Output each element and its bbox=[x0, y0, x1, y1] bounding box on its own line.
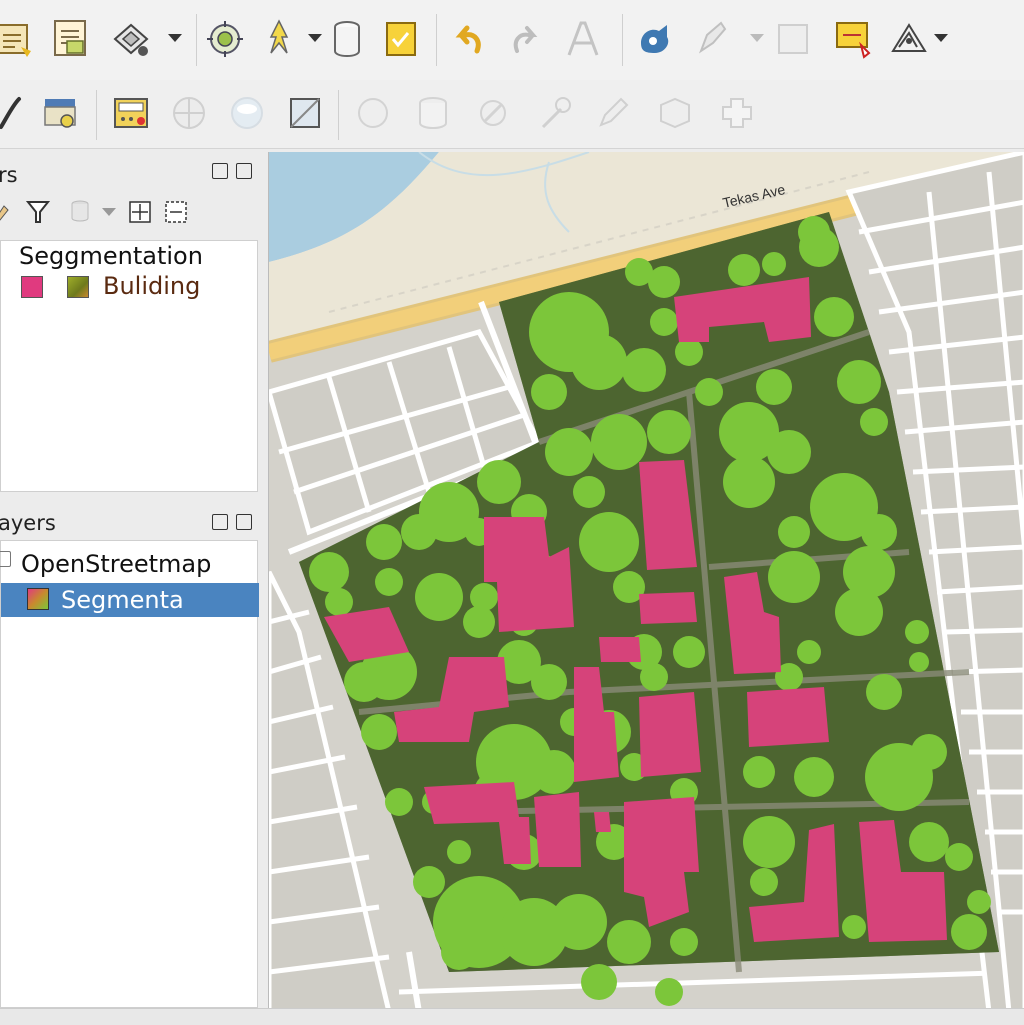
close-panel-icon[interactable] bbox=[236, 163, 252, 179]
expand-all-icon[interactable] bbox=[128, 200, 152, 224]
layer-properties-icon[interactable] bbox=[106, 14, 156, 64]
frame-icon[interactable] bbox=[280, 88, 330, 138]
open-project-icon[interactable] bbox=[46, 14, 96, 64]
main-toolbar bbox=[0, 0, 1024, 81]
status-bar bbox=[0, 1008, 1024, 1025]
chevron-down-icon[interactable] bbox=[308, 34, 322, 42]
chevron-down-icon[interactable] bbox=[750, 34, 764, 42]
chevron-down-icon[interactable] bbox=[168, 34, 182, 42]
browser-panel-header: ayers bbox=[0, 494, 258, 540]
note-icon[interactable] bbox=[376, 14, 426, 64]
toolbar-separator bbox=[196, 14, 197, 66]
cylinder-icon[interactable] bbox=[408, 88, 458, 138]
toolbar-separator bbox=[436, 14, 437, 66]
legend-swatch-pink bbox=[21, 276, 43, 298]
edit-vertex-icon[interactable] bbox=[688, 14, 738, 64]
layer-label: Segmenta bbox=[61, 586, 184, 614]
checkbox-icon[interactable] bbox=[0, 551, 11, 567]
building bbox=[639, 692, 701, 777]
legend-swatch-raster bbox=[27, 588, 49, 610]
wand-icon[interactable] bbox=[530, 88, 580, 138]
pencil-icon[interactable] bbox=[590, 88, 640, 138]
globe-icon[interactable] bbox=[164, 88, 214, 138]
web-icon[interactable] bbox=[348, 88, 398, 138]
select-features-icon[interactable] bbox=[828, 14, 878, 64]
split-icon[interactable] bbox=[650, 88, 700, 138]
sphere-icon[interactable] bbox=[222, 88, 272, 138]
layer-row-selected[interactable]: Segmenta bbox=[1, 583, 259, 617]
layer-row[interactable]: Buliding bbox=[1, 271, 259, 303]
layer-row[interactable]: OpenStreetmap bbox=[0, 547, 259, 581]
building bbox=[599, 637, 641, 662]
redo-icon[interactable] bbox=[500, 14, 550, 64]
chevron-down-icon[interactable] bbox=[934, 34, 948, 42]
database-icon[interactable] bbox=[322, 14, 372, 64]
label-icon[interactable] bbox=[558, 14, 608, 64]
panel-title: ayers bbox=[0, 511, 56, 535]
pen-icon[interactable] bbox=[0, 88, 26, 138]
building bbox=[747, 687, 829, 747]
layer-group-label: Seggmentation bbox=[19, 242, 203, 270]
close-panel-icon[interactable] bbox=[236, 514, 252, 530]
style-icon[interactable] bbox=[632, 14, 682, 64]
digitize-icon[interactable] bbox=[254, 14, 304, 64]
calculator-icon[interactable] bbox=[106, 88, 156, 138]
building bbox=[639, 592, 697, 624]
undo-icon[interactable] bbox=[444, 14, 494, 64]
legend-swatch-raster bbox=[67, 276, 89, 298]
map-canvas[interactable]: Tekas Ave bbox=[268, 152, 1024, 1008]
collapse-all-icon[interactable] bbox=[164, 200, 188, 224]
layout-icon[interactable] bbox=[36, 88, 86, 138]
panel-title: rs bbox=[0, 163, 18, 187]
map-navigation-icon[interactable] bbox=[200, 14, 250, 64]
blank-tool-icon[interactable] bbox=[768, 14, 818, 64]
snap-icon[interactable] bbox=[468, 88, 518, 138]
layer-label: OpenStreetmap bbox=[21, 550, 212, 578]
layer-group-row[interactable]: Seggmentation bbox=[1, 241, 259, 273]
measure-icon[interactable] bbox=[884, 14, 934, 64]
layer-label: Buliding bbox=[103, 272, 201, 300]
float-panel-icon[interactable] bbox=[212, 514, 228, 530]
toolbar-separator bbox=[338, 90, 339, 140]
cylinder-icon[interactable] bbox=[68, 198, 92, 224]
building bbox=[534, 792, 581, 867]
layer-list: OpenStreetmap Segmenta bbox=[0, 540, 259, 1008]
layers-tree: Seggmentation Buliding bbox=[0, 240, 258, 492]
toolbar-separator bbox=[96, 90, 97, 140]
paint-brush-icon[interactable] bbox=[0, 196, 16, 222]
building bbox=[594, 812, 611, 832]
secondary-toolbar bbox=[0, 80, 1024, 149]
toolbar-separator bbox=[622, 14, 623, 66]
layers-panel-header: rs bbox=[0, 150, 258, 240]
float-panel-icon[interactable] bbox=[212, 163, 228, 179]
chevron-down-icon[interactable] bbox=[102, 208, 116, 216]
new-project-icon[interactable] bbox=[0, 14, 40, 64]
map-rendering[interactable]: Tekas Ave bbox=[269, 152, 1024, 1008]
node-icon[interactable] bbox=[712, 88, 762, 138]
filter-icon[interactable] bbox=[24, 196, 52, 226]
